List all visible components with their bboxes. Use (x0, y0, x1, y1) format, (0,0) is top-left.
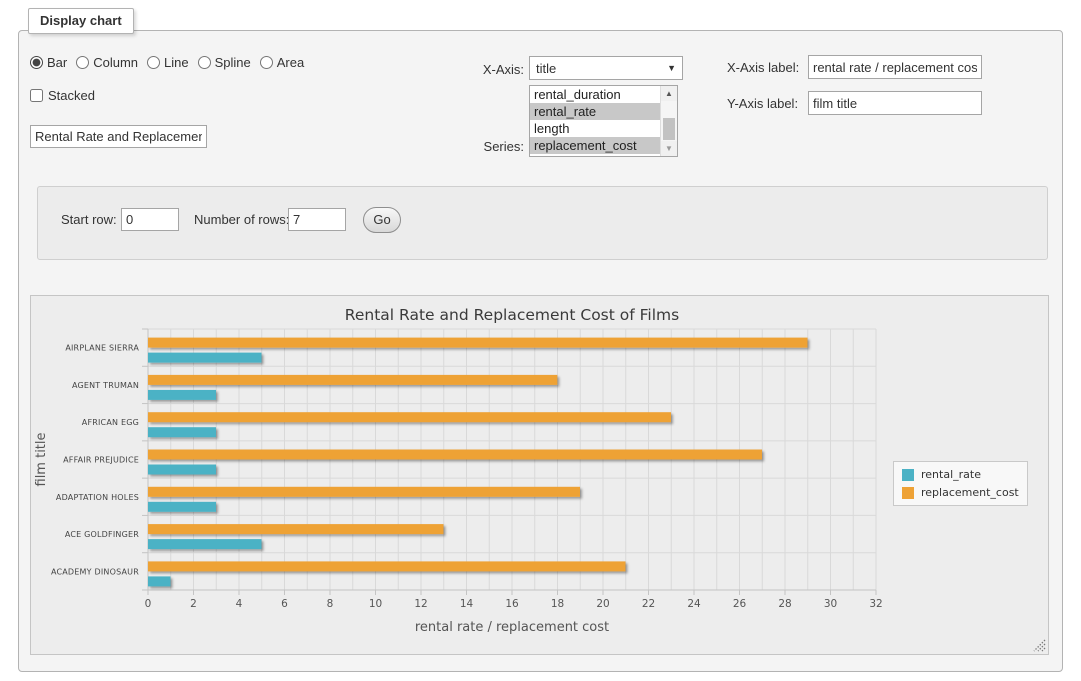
y-category-label: AIRPLANE SIERRA (65, 344, 139, 353)
x-tick-label: 0 (145, 598, 152, 610)
x-tick-label: 24 (687, 598, 701, 610)
chart-axes (142, 329, 876, 595)
chart-type-radio-label: Area (277, 55, 304, 70)
x-axis-label-label: X-Axis label: (727, 60, 799, 75)
chart-type-radio-column[interactable] (76, 56, 89, 69)
x-tick-label: 2 (190, 598, 197, 610)
bar-replacement_cost[interactable] (148, 524, 444, 534)
y-category-label: AFFAIR PREJUDICE (63, 456, 139, 465)
y-axis-label-label: Y-Axis label: (727, 96, 798, 111)
y-category-label: AFRICAN EGG (82, 418, 139, 427)
x-axis-select-label: X-Axis: (454, 62, 524, 77)
x-tick-label: 18 (551, 598, 564, 610)
scroll-up-icon[interactable]: ▲ (661, 86, 677, 101)
x-tick-label: 28 (778, 598, 791, 610)
number-of-rows-label: Number of rows: (194, 212, 289, 227)
stacked-checkbox-row: Stacked (30, 88, 95, 103)
chart-type-radio-group: Bar Column Line Spline Area (30, 55, 304, 70)
y-category-label: AGENT TRUMAN (72, 381, 139, 390)
legend-label: rental_rate (921, 468, 981, 481)
y-category-label: ACE GOLDFINGER (65, 530, 139, 539)
x-tick-label: 16 (505, 598, 519, 610)
x-axis-title: rental rate / replacement cost (415, 620, 609, 635)
legend-item-rental_rate[interactable]: rental_rate (902, 468, 1019, 481)
chart-title: Rental Rate and Replacement Cost of Film… (345, 306, 679, 324)
bar-replacement_cost[interactable] (148, 450, 762, 460)
chart-type-option-bar[interactable]: Bar (30, 55, 67, 70)
x-tick-label: 26 (733, 598, 747, 610)
bar-rental_rate[interactable] (148, 353, 262, 363)
start-row-label: Start row: (61, 212, 117, 227)
fieldset-legend-title: Display chart (28, 8, 134, 34)
x-tick-label: 32 (869, 598, 882, 610)
chart-legend: rental_rate replacement_cost (893, 461, 1028, 506)
chart-type-radio-label: Bar (47, 55, 67, 70)
legend-swatch-icon (902, 487, 914, 499)
legend-item-replacement_cost[interactable]: replacement_cost (902, 486, 1019, 499)
scrollbar-thumb[interactable] (663, 118, 675, 140)
chart-type-radio-line[interactable] (147, 56, 160, 69)
series-option-replacement_cost[interactable]: replacement_cost (530, 137, 660, 154)
bar-rental_rate[interactable] (148, 539, 262, 549)
chart-type-option-area[interactable]: Area (260, 55, 304, 70)
bar-rental_rate[interactable] (148, 576, 171, 586)
chevron-down-icon: ▼ (667, 63, 676, 73)
x-axis-select[interactable]: title ▼ (529, 56, 683, 80)
chart-type-option-column[interactable]: Column (76, 55, 138, 70)
x-axis-selected-value: title (536, 61, 667, 76)
number-of-rows-input[interactable] (288, 208, 346, 231)
series-listbox-label: Series: (454, 139, 524, 154)
chart-type-radio-spline[interactable] (198, 56, 211, 69)
chart-type-radio-area[interactable] (260, 56, 273, 69)
bar-replacement_cost[interactable] (148, 338, 808, 348)
y-axis-title: film title (34, 432, 49, 486)
series-option-rental_rate[interactable]: rental_rate (530, 103, 660, 120)
x-axis-label-input[interactable] (808, 55, 982, 79)
start-row-input[interactable] (121, 208, 179, 231)
bar-replacement_cost[interactable] (148, 375, 557, 385)
chart-type-radio-label: Line (164, 55, 189, 70)
rows-panel: Start row: Number of rows: Go (37, 186, 1048, 260)
y-category-label: ADAPTATION HOLES (56, 493, 139, 502)
x-tick-label: 12 (414, 598, 427, 610)
go-button[interactable]: Go (363, 207, 401, 233)
x-tick-label: 30 (824, 598, 837, 610)
bar-replacement_cost[interactable] (148, 487, 580, 497)
bar-rental_rate[interactable] (148, 502, 216, 512)
page: Display chart Bar Column Line Spline Area St… (0, 0, 1081, 681)
series-option-length[interactable]: length (530, 120, 660, 137)
chart-bars (148, 338, 808, 587)
x-tick-label: 4 (236, 598, 243, 610)
chart-title-input[interactable] (30, 125, 207, 148)
x-tick-label: 10 (369, 598, 382, 610)
y-category-label: ACADEMY DINOSAUR (51, 567, 139, 576)
series-options: rental_durationrental_ratelengthreplacem… (530, 86, 660, 156)
legend-swatch-icon (902, 469, 914, 481)
chart-type-radio-bar[interactable] (30, 56, 43, 69)
stacked-label: Stacked (48, 88, 95, 103)
bar-rental_rate[interactable] (148, 427, 216, 437)
listbox-scrollbar[interactable]: ▲ ▼ (660, 86, 677, 156)
bar-rental_rate[interactable] (148, 465, 216, 475)
x-tick-label: 22 (642, 598, 655, 610)
x-tick-label: 20 (596, 598, 609, 610)
chart-type-option-line[interactable]: Line (147, 55, 189, 70)
chart-type-radio-label: Column (93, 55, 138, 70)
chart-type-radio-label: Spline (215, 55, 251, 70)
stacked-checkbox[interactable] (30, 89, 43, 102)
resize-handle-icon[interactable] (1033, 639, 1046, 652)
legend-label: replacement_cost (921, 486, 1019, 499)
bar-replacement_cost[interactable] (148, 412, 671, 422)
y-axis-label-input[interactable] (808, 91, 982, 115)
series-listbox[interactable]: rental_durationrental_ratelengthreplacem… (529, 85, 678, 157)
chart-type-option-spline[interactable]: Spline (198, 55, 251, 70)
series-option-rental_duration[interactable]: rental_duration (530, 86, 660, 103)
x-tick-label: 14 (460, 598, 474, 610)
x-tick-label: 8 (327, 598, 334, 610)
bar-replacement_cost[interactable] (148, 561, 626, 571)
bar-rental_rate[interactable] (148, 390, 216, 400)
x-tick-label: 6 (281, 598, 288, 610)
scroll-down-icon[interactable]: ▼ (661, 141, 677, 156)
chart-container: AIRPLANE SIERRA AGENT TRUMAN AFRICAN EGG AF… (30, 295, 1049, 655)
